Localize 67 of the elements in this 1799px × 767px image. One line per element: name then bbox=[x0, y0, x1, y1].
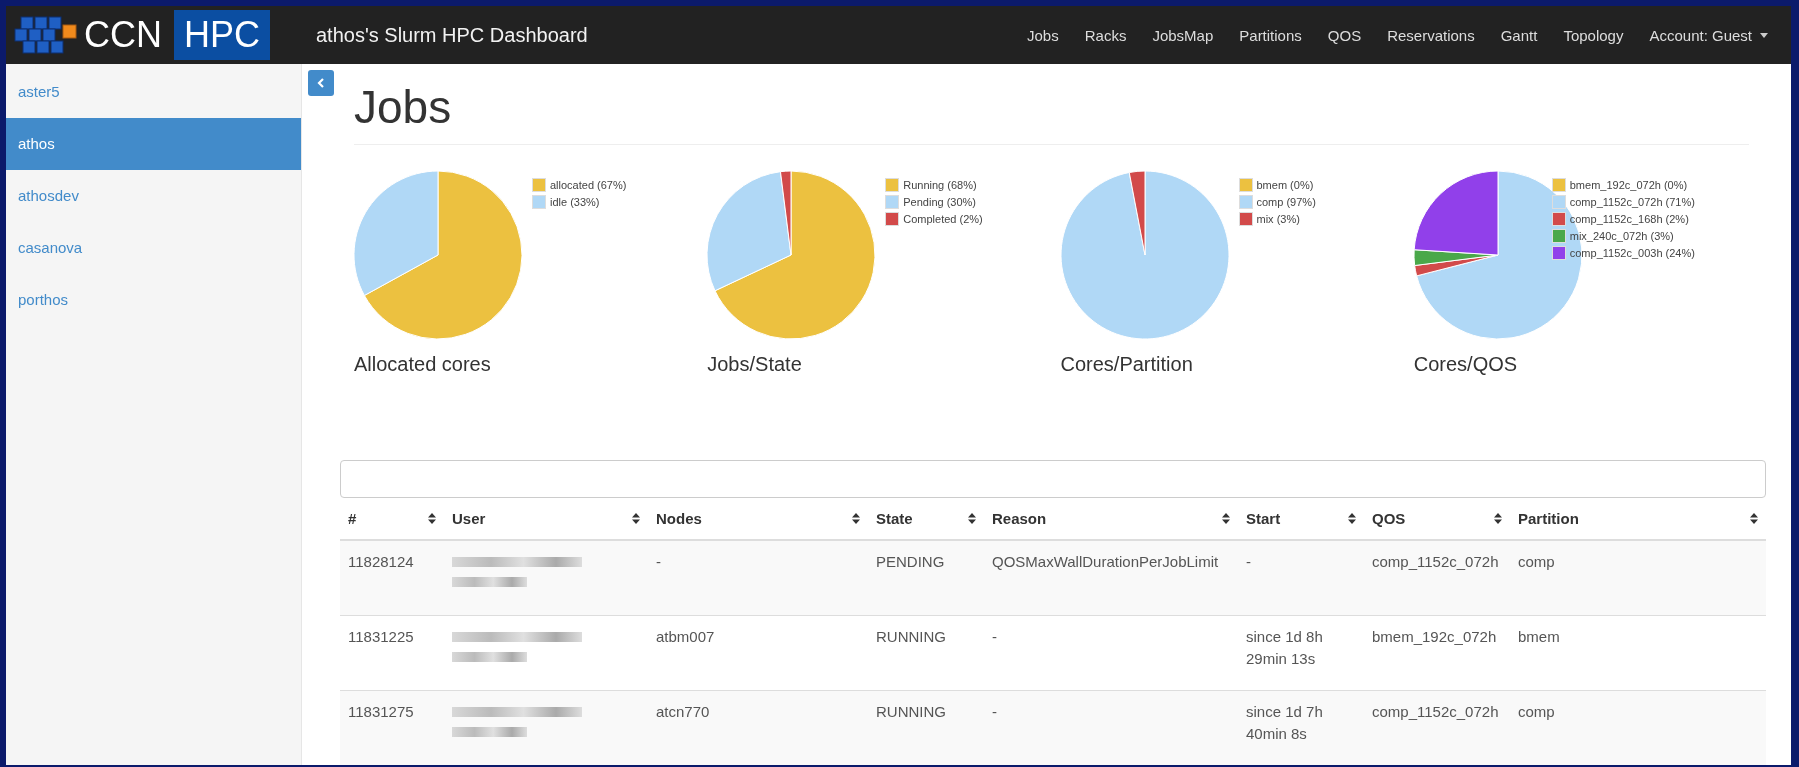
table-cell: RUNNING bbox=[868, 690, 984, 765]
chart-title: Jobs/State bbox=[707, 353, 803, 376]
legend-label: comp_1152c_003h (24%) bbox=[1569, 247, 1695, 259]
legend-label: comp (97%) bbox=[1256, 196, 1316, 208]
table-cell: comp_1152c_072h bbox=[1364, 690, 1510, 765]
sort-icon bbox=[428, 513, 436, 524]
sort-icon bbox=[632, 513, 640, 524]
table-cell: comp bbox=[1510, 540, 1766, 616]
legend-swatch bbox=[532, 178, 546, 192]
table-cell: - bbox=[1238, 540, 1364, 616]
legend-label: Pending (30%) bbox=[903, 196, 977, 208]
table-cell: 11831275 bbox=[340, 690, 444, 765]
sidebar-item[interactable]: athos bbox=[6, 118, 301, 170]
legend-swatch bbox=[885, 212, 900, 226]
legend-label: Completed (2%) bbox=[903, 213, 983, 225]
nav-link[interactable]: Partitions bbox=[1226, 26, 1315, 44]
chart-title: Cores/Partition bbox=[1060, 353, 1194, 376]
table-cell: since 1d 7h 40min 8s bbox=[1238, 690, 1364, 765]
chart-title: Cores/QOS bbox=[1413, 353, 1519, 376]
filter-field[interactable] bbox=[340, 460, 1766, 498]
legend-label: comp_1152c_168h (2%) bbox=[1569, 213, 1689, 225]
nav-link[interactable]: Reservations bbox=[1374, 26, 1488, 44]
nav-link[interactable]: JobsMap bbox=[1139, 26, 1227, 44]
table-cell: 11828124 bbox=[340, 540, 444, 616]
legend-label: comp_1152c_072h (71%) bbox=[1569, 196, 1695, 208]
legend-swatch bbox=[1238, 212, 1253, 226]
legend-label: idle (33%) bbox=[550, 196, 600, 208]
sort-icon bbox=[852, 513, 860, 524]
nav-link[interactable]: Racks bbox=[1071, 26, 1140, 44]
cubes-logo-icon bbox=[14, 13, 78, 57]
legend-swatch bbox=[1238, 178, 1253, 192]
legend-swatch bbox=[885, 195, 900, 209]
sort-icon bbox=[1348, 513, 1356, 524]
caret-icon bbox=[1760, 32, 1768, 38]
legend-label: mix_240c_072h (3%) bbox=[1569, 230, 1674, 242]
table-cell: atcn770 bbox=[648, 690, 868, 765]
account-menu[interactable]: Account: Guest bbox=[1636, 26, 1781, 44]
table-cell: comp bbox=[1510, 690, 1766, 765]
nav-link[interactable]: QOS bbox=[1314, 26, 1375, 44]
dashboard-title[interactable]: athos's Slurm HPC Dashboard bbox=[316, 23, 588, 47]
sort-icon bbox=[1494, 513, 1502, 524]
nav-link[interactable]: Jobs bbox=[1014, 26, 1072, 44]
sort-icon bbox=[1750, 513, 1758, 524]
legend-label: Running (68%) bbox=[903, 179, 977, 191]
table-cell: comp_1152c_072h bbox=[1364, 540, 1510, 616]
page-heading: Jobs bbox=[354, 80, 1749, 145]
table-cell: - bbox=[648, 540, 868, 616]
table-cell: - bbox=[984, 690, 1238, 765]
legend-label: bmem (0%) bbox=[1256, 179, 1314, 191]
chevron-left-icon bbox=[317, 78, 325, 88]
nav-link[interactable]: Topology bbox=[1550, 26, 1637, 44]
logo-text: CCN bbox=[84, 14, 162, 56]
legend-swatch bbox=[1238, 195, 1253, 209]
legend-swatch bbox=[532, 195, 546, 209]
nav-link[interactable]: Gantt bbox=[1487, 26, 1551, 44]
collapse-sidebar-button[interactable] bbox=[308, 70, 334, 96]
table-cell: PENDING bbox=[868, 540, 984, 616]
logo-text: HPC bbox=[174, 10, 270, 60]
legend-swatch bbox=[1551, 178, 1566, 192]
legend-label: mix (3%) bbox=[1256, 213, 1300, 225]
table-cell: QOSMaxWallDurationPerJobLimit bbox=[984, 540, 1238, 616]
chart-title: Allocated cores bbox=[354, 353, 492, 376]
sort-icon bbox=[968, 513, 976, 524]
sort-icon bbox=[1222, 513, 1230, 524]
legend-label: allocated (67%) bbox=[550, 179, 627, 191]
legend-swatch bbox=[885, 178, 900, 192]
legend-label: bmem_192c_072h (0%) bbox=[1569, 179, 1688, 191]
